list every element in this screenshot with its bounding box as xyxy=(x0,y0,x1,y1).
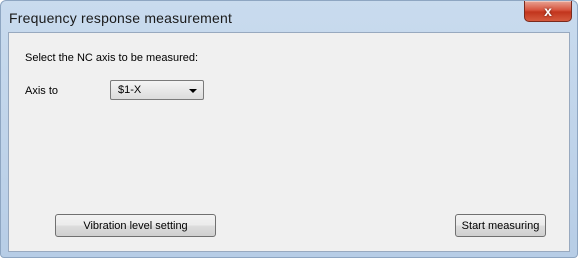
axis-select[interactable]: $1-X xyxy=(110,80,204,100)
axis-select-value: $1-X xyxy=(118,84,142,96)
close-button[interactable]: x xyxy=(524,1,572,22)
dialog-window: Frequency response measurement x Select … xyxy=(0,0,578,258)
title-bar[interactable]: Frequency response measurement x xyxy=(1,1,577,32)
window-title: Frequency response measurement xyxy=(9,10,233,26)
chevron-down-icon xyxy=(189,89,197,93)
instruction-text: Select the NC axis to be measured: xyxy=(25,52,199,64)
vibration-level-setting-button[interactable]: Vibration level setting xyxy=(55,214,216,237)
dialog-client-area: Select the NC axis to be measured: Axis … xyxy=(8,32,570,252)
axis-label: Axis to xyxy=(25,85,59,97)
close-icon: x xyxy=(544,3,552,19)
start-measuring-button[interactable]: Start measuring xyxy=(455,214,546,237)
